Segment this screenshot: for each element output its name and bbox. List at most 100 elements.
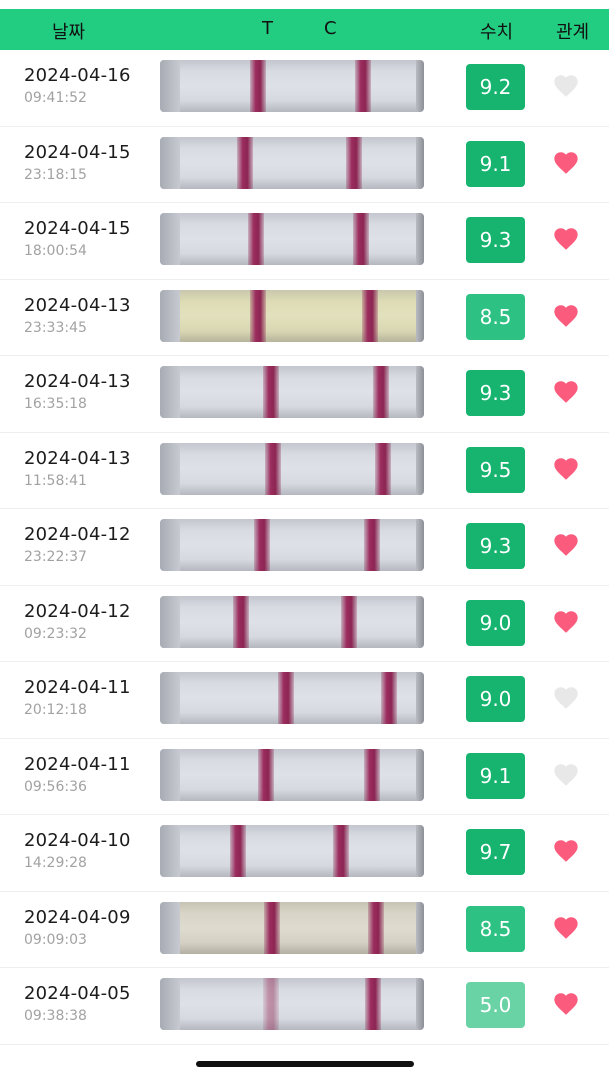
test-line-t <box>258 748 274 801</box>
heart-icon[interactable] <box>552 225 580 253</box>
heart-icon[interactable] <box>552 608 580 636</box>
control-line-c <box>353 213 369 265</box>
row-date: 2024-04-09 <box>24 906 131 928</box>
row-time: 09:41:52 <box>24 90 87 106</box>
list-item[interactable]: 2024-04-10 14:29:28 9.7 <box>0 815 609 892</box>
value-badge: 9.1 <box>466 140 525 187</box>
list-item[interactable]: 2024-04-09 09:09:03 8.5 <box>0 892 609 968</box>
test-line-t <box>263 366 279 418</box>
list-item[interactable]: 2024-04-16 09:41:52 9.2 <box>0 50 609 127</box>
row-time: 18:00:54 <box>24 243 87 259</box>
list-item[interactable]: 2024-04-13 16:35:18 9.3 <box>0 356 609 433</box>
value-badge: 9.0 <box>466 676 525 722</box>
row-time: 14:29:28 <box>24 855 87 871</box>
test-strip-image[interactable] <box>160 901 424 954</box>
control-line-c <box>381 672 397 724</box>
row-time: 23:18:15 <box>24 166 87 183</box>
list-item[interactable]: 2024-04-13 23:33:45 8.5 <box>0 280 609 356</box>
heart-icon[interactable] <box>552 531 580 559</box>
row-date: 2024-04-11 <box>24 677 131 698</box>
test-strip-image[interactable] <box>160 136 424 189</box>
test-line-t <box>237 136 253 189</box>
row-date: 2024-04-05 <box>24 983 131 1004</box>
test-line-t <box>250 289 266 342</box>
row-date: 2024-04-12 <box>24 524 131 545</box>
test-line-t <box>250 60 266 112</box>
row-date: 2024-04-13 <box>24 294 131 316</box>
row-date: 2024-04-13 <box>24 371 131 392</box>
heart-icon[interactable] <box>552 378 580 406</box>
heart-icon[interactable] <box>552 72 580 100</box>
value-badge: 9.3 <box>466 217 525 263</box>
heart-icon[interactable] <box>552 990 580 1018</box>
row-date: 2024-04-12 <box>24 600 131 622</box>
test-strip-image[interactable] <box>160 289 424 342</box>
status-bar-area <box>0 0 609 9</box>
value-badge: 9.3 <box>466 523 525 569</box>
value-badge: 9.5 <box>466 446 525 493</box>
value-badge: 9.3 <box>466 370 525 416</box>
row-date: 2024-04-11 <box>24 753 131 775</box>
value-badge: 9.1 <box>466 752 525 799</box>
heart-icon[interactable] <box>552 914 580 942</box>
test-strip-image[interactable] <box>160 825 424 877</box>
row-date: 2024-04-10 <box>24 830 131 851</box>
test-strip-image[interactable] <box>160 366 424 418</box>
header-t-label: T <box>262 18 273 39</box>
test-strip-image[interactable] <box>160 595 424 648</box>
heart-icon[interactable] <box>552 455 580 483</box>
list-item[interactable]: 2024-04-15 23:18:15 9.1 <box>0 127 609 203</box>
test-line-t <box>278 672 294 724</box>
value-badge: 9.2 <box>466 64 525 110</box>
test-line-t <box>263 978 279 1030</box>
value-badge: 9.0 <box>466 599 525 646</box>
list-item[interactable]: 2024-04-12 09:23:32 9.0 <box>0 586 609 662</box>
list-item[interactable]: 2024-04-13 11:58:41 9.5 <box>0 433 609 509</box>
control-line-c <box>333 825 349 877</box>
heart-icon[interactable] <box>552 761 580 789</box>
control-line-c <box>365 978 381 1030</box>
row-time: 23:22:37 <box>24 549 87 565</box>
row-date: 2024-04-15 <box>24 141 131 163</box>
test-strip-image[interactable] <box>160 672 424 724</box>
row-date: 2024-04-13 <box>24 447 131 469</box>
home-indicator[interactable] <box>196 1061 414 1067</box>
test-strip-image[interactable] <box>160 60 424 112</box>
control-line-c <box>362 289 378 342</box>
control-line-c <box>346 136 362 189</box>
header-relation-label: 관계 <box>556 22 590 43</box>
row-time: 09:56:36 <box>24 778 87 795</box>
control-line-c <box>375 442 391 495</box>
value-badge: 5.0 <box>466 982 525 1028</box>
heart-icon[interactable] <box>552 837 580 865</box>
value-badge: 9.7 <box>466 829 525 875</box>
value-badge: 8.5 <box>466 293 525 340</box>
test-line-t <box>230 825 246 877</box>
heart-icon[interactable] <box>552 684 580 712</box>
test-strip-image[interactable] <box>160 748 424 801</box>
test-strip-image[interactable] <box>160 978 424 1030</box>
test-line-t <box>265 442 281 495</box>
control-line-c <box>364 519 380 571</box>
test-line-t <box>264 901 280 954</box>
test-strip-image[interactable] <box>160 213 424 265</box>
test-strip-image[interactable] <box>160 442 424 495</box>
row-time: 20:12:18 <box>24 702 87 718</box>
row-time: 16:35:18 <box>24 396 87 412</box>
row-time: 23:33:45 <box>24 319 87 336</box>
test-line-t <box>248 213 264 265</box>
row-time: 09:38:38 <box>24 1008 87 1024</box>
list-item[interactable]: 2024-04-11 20:12:18 9.0 <box>0 662 609 739</box>
list-item[interactable]: 2024-04-15 18:00:54 9.3 <box>0 203 609 280</box>
heart-icon[interactable] <box>552 302 580 330</box>
test-strip-image[interactable] <box>160 519 424 571</box>
list-item[interactable]: 2024-04-11 09:56:36 9.1 <box>0 739 609 815</box>
list-item[interactable]: 2024-04-05 09:38:38 5.0 <box>0 968 609 1045</box>
control-line-c <box>368 901 384 954</box>
heart-icon[interactable] <box>552 149 580 177</box>
value-badge: 8.5 <box>466 905 525 952</box>
row-time: 09:23:32 <box>24 625 87 642</box>
list-item[interactable]: 2024-04-12 23:22:37 9.3 <box>0 509 609 586</box>
header-value-label: 수치 <box>480 22 514 43</box>
test-line-t <box>254 519 270 571</box>
